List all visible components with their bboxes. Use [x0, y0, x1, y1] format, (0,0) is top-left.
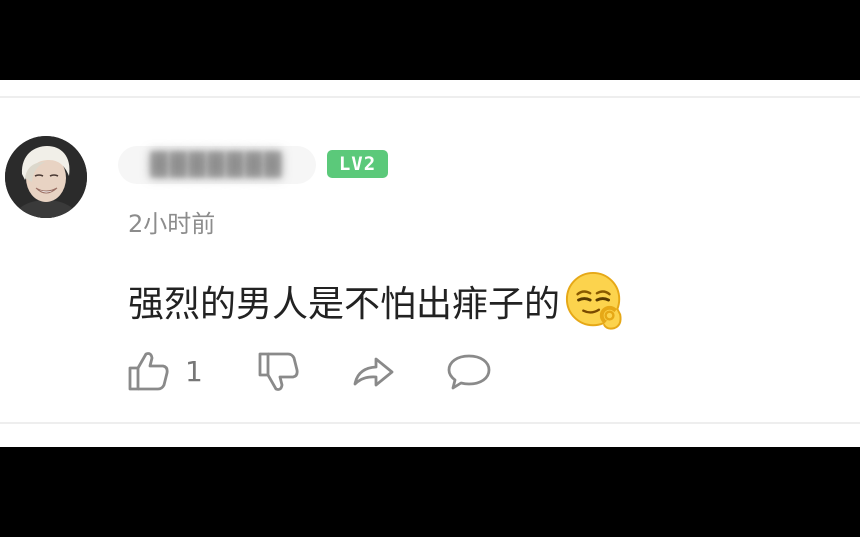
share-button[interactable] — [350, 348, 396, 394]
dislike-button[interactable] — [255, 348, 301, 394]
username-blurred[interactable]: ███████ — [118, 146, 316, 184]
comment-body: 强烈的男人是不怕出痱子的 — [128, 270, 626, 332]
smirk-ok-hand-emoji-icon — [565, 271, 622, 330]
comment-text: 强烈的男人是不怕出痱子的 — [128, 284, 561, 325]
top-divider — [0, 96, 860, 98]
level-badge: LV2 — [327, 150, 388, 178]
avatar-image — [5, 136, 87, 218]
comment-card: ███████ LV2 2小时前 强烈的男人是不怕出痱子的 1 — [0, 80, 860, 447]
bottom-divider — [0, 422, 860, 424]
like-button[interactable]: 1 — [125, 348, 203, 394]
reply-button[interactable] — [445, 348, 493, 394]
reply-icon — [447, 354, 491, 390]
thumbs-up-icon — [128, 352, 169, 391]
comment-timestamp: 2小时前 — [128, 210, 216, 238]
share-icon — [353, 357, 394, 387]
username-text: ███████ — [150, 152, 284, 178]
avatar[interactable] — [5, 136, 87, 218]
thumbs-down-icon — [258, 352, 299, 391]
like-count: 1 — [185, 354, 203, 388]
